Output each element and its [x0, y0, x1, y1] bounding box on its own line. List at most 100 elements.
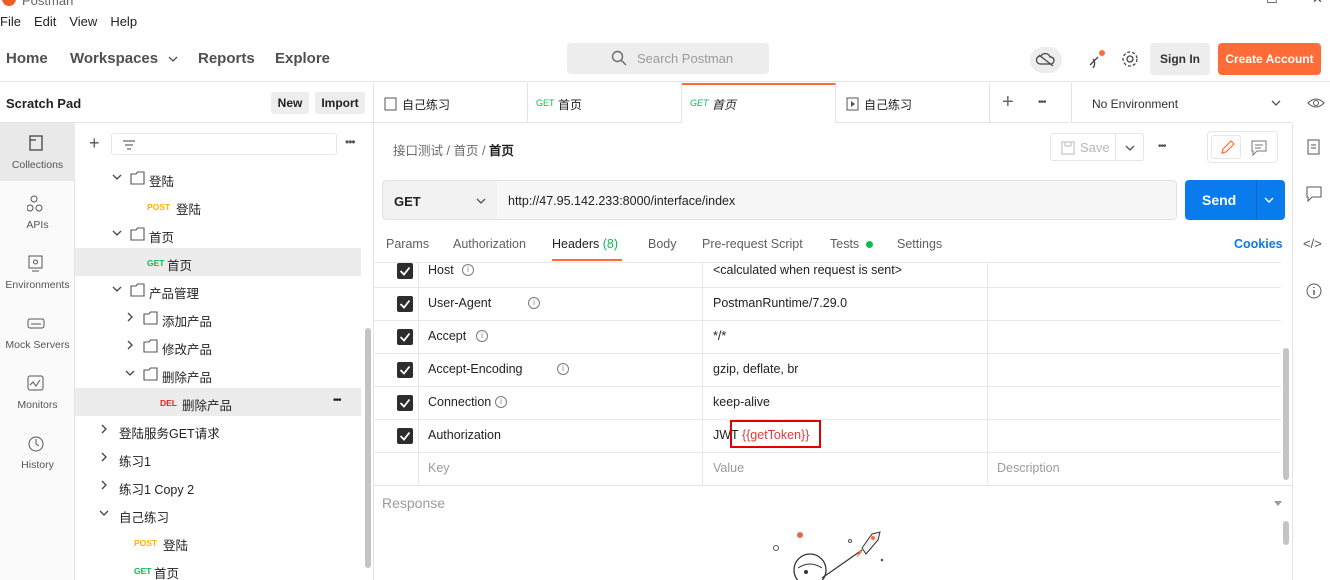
header-enabled-checkbox[interactable]: [397, 428, 413, 444]
code-icon[interactable]: </>: [1303, 236, 1322, 251]
chevron-right-icon[interactable]: [99, 424, 109, 434]
req-tab-settings[interactable]: Settings: [897, 237, 942, 251]
rail-collections[interactable]: Collections: [0, 123, 75, 181]
request-options-icon[interactable]: •••: [1158, 141, 1166, 152]
close-window-icon[interactable]: ✕: [1312, 0, 1323, 7]
tab-collection-practice[interactable]: 自己练习: [374, 83, 528, 123]
rail-history[interactable]: History: [0, 423, 75, 481]
cookies-link[interactable]: Cookies: [1234, 237, 1283, 251]
new-button[interactable]: New: [271, 92, 309, 114]
tree-request-item[interactable]: DEL 删除产品 •••: [75, 388, 361, 416]
tree-folder-item[interactable]: 产品管理: [75, 276, 361, 304]
req-tab-prerequest[interactable]: Pre-request Script: [702, 237, 803, 251]
save-dropdown-button[interactable]: [1116, 133, 1144, 161]
header-key[interactable]: Connection: [428, 395, 491, 409]
info-icon[interactable]: i: [495, 396, 507, 408]
documentation-icon[interactable]: [1307, 139, 1321, 155]
tree-collection-item[interactable]: 登陆服务GET请求: [75, 416, 361, 444]
settings-gear-icon[interactable]: [1121, 50, 1139, 71]
tab-get-home-active[interactable]: GET 首页: [682, 83, 836, 123]
header-value[interactable]: */*: [713, 329, 726, 343]
more-options-icon[interactable]: •••: [345, 135, 356, 149]
environment-selector[interactable]: No Environment: [1071, 83, 1292, 123]
info-icon[interactable]: i: [557, 363, 569, 375]
header-enabled-checkbox[interactable]: [397, 296, 413, 312]
tree-folder-item[interactable]: 首页: [75, 220, 361, 248]
tree-folder-item[interactable]: 修改产品: [75, 332, 361, 360]
response-scrollbar[interactable]: [1283, 521, 1289, 545]
breadcrumb-folder[interactable]: 首页: [453, 144, 478, 158]
header-value[interactable]: PostmanRuntime/7.29.0: [713, 296, 847, 310]
tree-folder-item[interactable]: 删除产品: [75, 360, 361, 388]
menu-edit[interactable]: Edit: [34, 14, 56, 36]
tree-collection-item[interactable]: 自己练习: [75, 500, 361, 528]
chevron-right-icon[interactable]: [125, 340, 135, 350]
tab-options-icon[interactable]: •••: [1038, 97, 1046, 108]
tab-get-home[interactable]: GET 首页: [528, 83, 682, 123]
rail-monitors[interactable]: Monitors: [0, 363, 75, 421]
tab-runner-practice[interactable]: 自己练习: [836, 83, 990, 123]
menu-file[interactable]: File: [0, 14, 21, 36]
header-value[interactable]: gzip, deflate, br: [713, 362, 798, 376]
header-enabled-checkbox[interactable]: [397, 362, 413, 378]
sign-in-button[interactable]: Sign In: [1150, 43, 1210, 75]
satellite-icon[interactable]: [1086, 49, 1108, 74]
nav-workspaces[interactable]: Workspaces: [70, 50, 178, 67]
header-key[interactable]: Authorization: [428, 428, 501, 442]
collapse-caret-icon[interactable]: [1273, 500, 1283, 508]
header-key[interactable]: Accept-Encoding: [428, 362, 523, 376]
chevron-down-icon[interactable]: [125, 368, 135, 378]
tree-request-item[interactable]: GET 首页: [75, 556, 361, 580]
filter-input[interactable]: [111, 133, 337, 155]
add-collection-icon[interactable]: +: [89, 133, 100, 154]
search-box[interactable]: Search Postman: [567, 43, 769, 74]
header-enabled-checkbox[interactable]: [397, 263, 413, 279]
chevron-down-icon[interactable]: [112, 172, 122, 182]
item-options-icon[interactable]: •••: [333, 395, 341, 406]
tree-request-item[interactable]: POST 登陆: [75, 528, 361, 556]
key-placeholder[interactable]: Key: [428, 461, 450, 475]
header-key[interactable]: Accept: [428, 329, 466, 343]
menu-view[interactable]: View: [69, 14, 97, 36]
chevron-down-icon[interactable]: [1264, 196, 1274, 204]
value-placeholder[interactable]: Value: [713, 461, 744, 475]
nav-home[interactable]: Home: [6, 50, 48, 67]
url-input[interactable]: http://47.95.142.233:8000/interface/inde…: [497, 180, 1177, 220]
info-icon[interactable]: i: [462, 264, 474, 276]
eye-icon[interactable]: [1307, 96, 1325, 113]
create-account-button[interactable]: Create Account: [1218, 43, 1321, 75]
description-placeholder[interactable]: Description: [997, 461, 1060, 475]
edit-mode-button[interactable]: [1211, 135, 1241, 159]
tree-collection-item[interactable]: 练习1 Copy 2: [75, 472, 361, 500]
tree-folder-item[interactable]: 登陆: [75, 164, 361, 192]
header-value[interactable]: <calculated when request is sent>: [713, 263, 902, 277]
req-tab-authorization[interactable]: Authorization: [453, 237, 526, 251]
info-icon[interactable]: i: [528, 297, 540, 309]
rail-apis[interactable]: APIs: [0, 183, 75, 241]
tree-request-item[interactable]: GET 首页: [75, 248, 361, 276]
import-button[interactable]: Import: [315, 92, 365, 114]
tree-folder-item[interactable]: 添加产品: [75, 304, 361, 332]
comment-mode-icon[interactable]: [1251, 140, 1267, 156]
save-button[interactable]: Save: [1050, 133, 1116, 161]
method-select[interactable]: GET: [382, 180, 498, 220]
info-icon[interactable]: i: [476, 330, 488, 342]
header-value[interactable]: keep-alive: [713, 395, 770, 409]
send-button[interactable]: Send: [1185, 180, 1285, 220]
headers-scrollbar[interactable]: [1283, 348, 1289, 480]
chevron-right-icon[interactable]: [99, 452, 109, 462]
req-tab-params[interactable]: Params: [386, 237, 429, 251]
nav-explore[interactable]: Explore: [275, 50, 330, 67]
chevron-right-icon[interactable]: [125, 312, 135, 322]
header-key[interactable]: Host: [428, 263, 454, 277]
info-icon[interactable]: [1306, 283, 1322, 299]
chevron-down-icon[interactable]: [99, 508, 109, 518]
header-enabled-checkbox[interactable]: [397, 395, 413, 411]
chevron-right-icon[interactable]: [99, 480, 109, 490]
rail-environments[interactable]: Environments: [0, 243, 75, 301]
tree-scrollbar[interactable]: [365, 328, 371, 568]
sync-cloud-button[interactable]: [1030, 47, 1062, 73]
tree-request-item[interactable]: POST 登陆: [75, 192, 361, 220]
breadcrumb-collection[interactable]: 接口测试: [393, 144, 443, 158]
header-enabled-checkbox[interactable]: [397, 329, 413, 345]
